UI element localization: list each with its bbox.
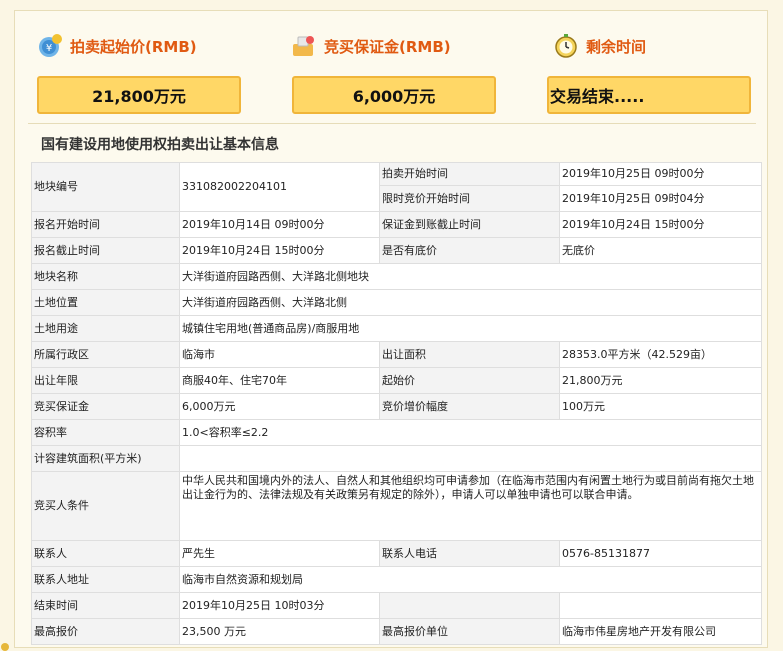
parcel-no-value: 331082002204101: [179, 162, 380, 212]
phone-value: 0576-85131877: [559, 540, 762, 567]
badge-icon: [1, 643, 9, 651]
parcel-name-label: 地块名称: [31, 263, 180, 290]
increment-label: 竞价增价幅度: [379, 393, 560, 420]
parcel-name-value: 大洋街道府园路西侧、大洋路北侧地块: [179, 263, 762, 290]
remaining-time-value: 交易结束.....: [547, 76, 751, 114]
table-row: 土地位置 大洋街道府园路西侧、大洋路北侧: [31, 289, 762, 316]
table-row: 竞买人条件 中华人民共和国境内外的法人、自然人和其他组织均可申请参加（在临海市范…: [31, 471, 762, 541]
empty-cell: [379, 592, 560, 619]
usage-label: 土地用途: [31, 315, 180, 342]
table-row: 报名开始时间 2019年10月14日 09时00分 保证金到账截止时间 2019…: [31, 211, 762, 238]
far-value: 1.0<容积率≤2.2: [179, 419, 762, 446]
address-label: 联系人地址: [31, 566, 180, 593]
empty-cell: [559, 592, 762, 619]
svg-text:¥: ¥: [46, 43, 52, 54]
table-row: 所属行政区 临海市 出让面积 28353.0平方米（42.529亩）: [31, 341, 762, 368]
reg-start-label: 报名开始时间: [31, 211, 180, 238]
remaining-time-header: 剩余时间: [552, 32, 646, 60]
start-price-row-label: 起始价: [379, 367, 560, 394]
basic-info-table: 地块编号 331082002204101 拍卖开始时间 2019年10月25日 …: [31, 162, 762, 645]
deposit-row-value: 6,000万元: [179, 393, 380, 420]
start-price-label: 拍卖起始价(RMB): [70, 37, 197, 56]
section-title: 国有建设用地使用权拍卖出让基本信息: [41, 137, 279, 153]
area-label: 出让面积: [379, 341, 560, 368]
table-row: 土地用途 城镇住宅用地(普通商品房)/商服用地: [31, 315, 762, 342]
deposit-label: 竞买保证金(RMB): [324, 37, 451, 56]
increment-value: 100万元: [559, 393, 762, 420]
end-time-value: 2019年10月25日 10时03分: [179, 592, 380, 619]
bidder-conditions-value: 中华人民共和国境内外的法人、自然人和其他组织均可申请参加（在临海市范围内有闲置土…: [179, 471, 762, 541]
gfa-value: [179, 445, 762, 472]
reserve-price-label: 是否有底价: [379, 237, 560, 264]
deposit-value: 6,000万元: [292, 76, 496, 114]
highest-bid-label: 最高报价: [31, 618, 180, 645]
parcel-no-label: 地块编号: [31, 162, 180, 212]
reg-deadline-value: 2019年10月24日 15时00分: [179, 237, 380, 264]
table-row: 结束时间 2019年10月25日 10时03分: [31, 592, 762, 619]
highest-bidder-label: 最高报价单位: [379, 618, 560, 645]
far-label: 容积率: [31, 419, 180, 446]
deposit-icon: [293, 36, 314, 56]
table-row: 地块名称 大洋街道府园路西侧、大洋路北侧地块: [31, 263, 762, 290]
auction-start-label: 拍卖开始时间: [379, 162, 560, 186]
term-value: 商服40年、住宅70年: [179, 367, 380, 394]
table-row: 联系人地址 临海市自然资源和规划局: [31, 566, 762, 593]
timed-bid-start-label: 限时竞价开始时间: [379, 185, 560, 212]
reg-start-value: 2019年10月14日 09时00分: [179, 211, 380, 238]
table-row: 联系人 严先生 联系人电话 0576-85131877: [31, 540, 762, 567]
reg-deadline-label: 报名截止时间: [31, 237, 180, 264]
table-row: 最高报价 23,500 万元 最高报价单位 临海市伟星房地产开发有限公司: [31, 618, 762, 645]
table-row: 报名截止时间 2019年10月24日 15时00分 是否有底价 无底价: [31, 237, 762, 264]
start-price-row-value: 21,800万元: [559, 367, 762, 394]
alarm-clock-icon: [555, 34, 577, 58]
section-divider: [28, 123, 756, 124]
term-label: 出让年限: [31, 367, 180, 394]
deposit-header: 竞买保证金(RMB): [290, 32, 451, 60]
end-time-label: 结束时间: [31, 592, 180, 619]
reserve-price-value: 无底价: [559, 237, 762, 264]
district-label: 所属行政区: [31, 341, 180, 368]
district-value: 临海市: [179, 341, 380, 368]
money-bag-icon: ¥: [39, 34, 62, 57]
phone-label: 联系人电话: [379, 540, 560, 567]
auction-start-value: 2019年10月25日 09时00分: [559, 162, 762, 186]
bidder-conditions-label: 竞买人条件: [31, 471, 180, 541]
contact-value: 严先生: [179, 540, 380, 567]
address-value: 临海市自然资源和规划局: [179, 566, 762, 593]
start-price-header: ¥ 拍卖起始价(RMB): [36, 32, 197, 60]
gfa-label: 计容建筑面积(平方米): [31, 445, 180, 472]
location-label: 土地位置: [31, 289, 180, 316]
deposit-deadline-label: 保证金到账截止时间: [379, 211, 560, 238]
timed-bid-start-value: 2019年10月25日 09时04分: [559, 185, 762, 212]
table-row: 地块编号 331082002204101 拍卖开始时间 2019年10月25日 …: [31, 162, 762, 212]
usage-value: 城镇住宅用地(普通商品房)/商服用地: [179, 315, 762, 342]
highest-bidder-value: 临海市伟星房地产开发有限公司: [559, 618, 762, 645]
deposit-row-label: 竞买保证金: [31, 393, 180, 420]
area-value: 28353.0平方米（42.529亩）: [559, 341, 762, 368]
table-row: 竞买保证金 6,000万元 竞价增价幅度 100万元: [31, 393, 762, 420]
deposit-deadline-value: 2019年10月24日 15时00分: [559, 211, 762, 238]
contact-label: 联系人: [31, 540, 180, 567]
table-row: 容积率 1.0<容积率≤2.2: [31, 419, 762, 446]
start-price-value: 21,800万元: [37, 76, 241, 114]
table-row: 出让年限 商服40年、住宅70年 起始价 21,800万元: [31, 367, 762, 394]
location-value: 大洋街道府园路西侧、大洋路北侧: [179, 289, 762, 316]
remaining-time-label: 剩余时间: [586, 37, 647, 56]
highest-bid-value: 23,500 万元: [179, 618, 380, 645]
table-row: 计容建筑面积(平方米): [31, 445, 762, 472]
